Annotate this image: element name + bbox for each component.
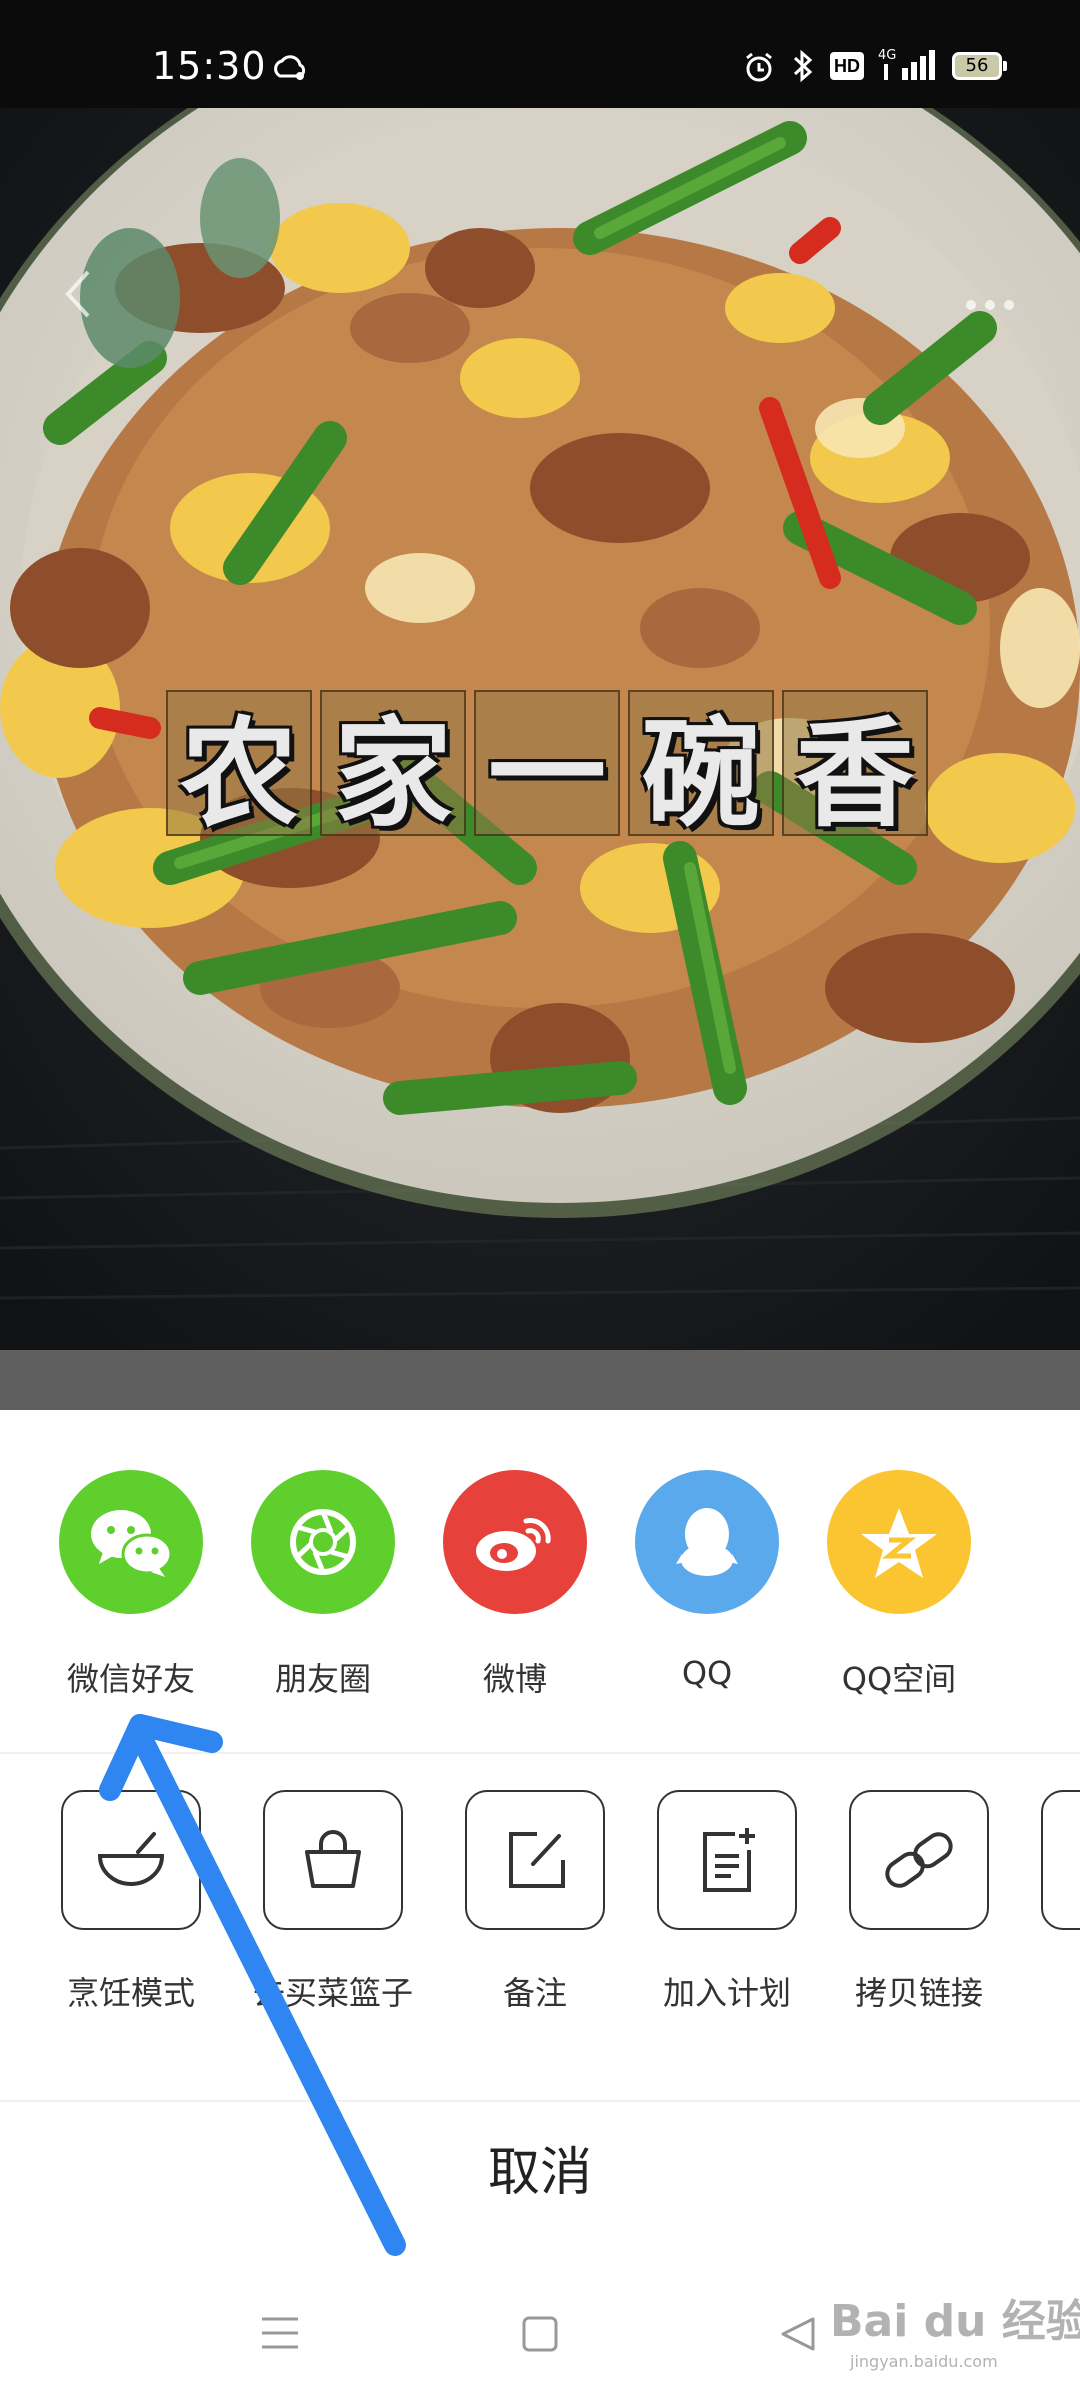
recipe-cover-image: 农 家 一 碗 香 xyxy=(0,108,1080,1350)
shopping-basket-label: 去买菜篮子 xyxy=(252,1974,413,2012)
basket-icon xyxy=(263,1790,403,1930)
tool-icon xyxy=(1041,1790,1080,1930)
hd-badge: HD xyxy=(830,52,864,80)
cloud-sync-icon xyxy=(272,52,308,87)
add-plan-icon xyxy=(657,1790,797,1930)
home-icon[interactable] xyxy=(522,2316,558,2357)
title-char: 香 xyxy=(782,690,928,843)
copy-link-label: 拷贝链接 xyxy=(854,1974,983,2012)
baidu-watermark: Bai du 经验 xyxy=(830,2296,1080,2347)
cancel-button[interactable]: 取消 xyxy=(0,2102,1080,2232)
bluetooth-icon xyxy=(790,48,816,89)
status-time: 15:30 xyxy=(152,44,267,88)
share-qzone-label: QQ空间 xyxy=(841,1660,957,1698)
shopping-basket-button[interactable]: 去买菜篮子 xyxy=(233,1790,433,2014)
menu-icon[interactable] xyxy=(262,2316,298,2355)
share-moments-label: 朋友圈 xyxy=(274,1660,371,1698)
title-char: 碗 xyxy=(628,690,774,843)
share-qzone-button[interactable]: QQ空间 xyxy=(803,1470,995,1700)
divider xyxy=(0,1752,1080,1754)
share-screen: 15:30 HD 4G 56 农 家 一 碗 香 微信好友 朋友圈 微博 QQ … xyxy=(0,0,1080,2400)
note-button[interactable]: 备注 xyxy=(435,1790,635,2014)
moments-icon xyxy=(251,1470,395,1614)
weibo-icon xyxy=(443,1470,587,1614)
link-icon xyxy=(849,1790,989,1930)
baidu-watermark-url: jingyan.baidu.com xyxy=(850,2352,998,2371)
share-wechat-label: 微信好友 xyxy=(66,1660,195,1698)
qq-icon xyxy=(635,1470,779,1614)
status-bar: 15:30 HD 4G 56 xyxy=(0,0,1080,108)
share-wechat-button[interactable]: 微信好友 xyxy=(35,1470,227,1700)
bowl-icon xyxy=(61,1790,201,1930)
qzone-icon xyxy=(827,1470,971,1614)
cooking-mode-label: 烹饪模式 xyxy=(66,1974,195,2012)
more-tool-button[interactable] xyxy=(1011,1790,1080,1930)
dim-overlay-strip xyxy=(0,1350,1080,1410)
edit-note-icon xyxy=(465,1790,605,1930)
alarm-icon xyxy=(742,50,776,89)
battery-icon: 56 xyxy=(952,52,1007,80)
share-qq-label: QQ xyxy=(681,1654,733,1692)
signal-icon: 4G xyxy=(878,46,940,87)
share-qq-button[interactable]: QQ xyxy=(611,1470,803,1692)
add-plan-label: 加入计划 xyxy=(662,1974,791,2012)
title-char: 农 xyxy=(166,690,312,843)
share-targets-row: 微信好友 朋友圈 微博 QQ QQ空间 xyxy=(0,1410,1080,1750)
back-icon[interactable] xyxy=(780,2316,816,2357)
share-weibo-label: 微博 xyxy=(482,1660,547,1698)
copy-link-button[interactable]: 拷贝链接 xyxy=(819,1790,1019,2014)
title-char: 家 xyxy=(320,690,466,843)
wechat-icon xyxy=(59,1470,203,1614)
cooking-mode-button[interactable]: 烹饪模式 xyxy=(31,1790,231,2014)
tools-row: 烹饪模式 去买菜篮子 备注 加入计划 拷贝链接 xyxy=(0,1790,1080,2030)
share-moments-button[interactable]: 朋友圈 xyxy=(227,1470,419,1700)
recipe-title: 农 家 一 碗 香 xyxy=(166,690,928,843)
note-label: 备注 xyxy=(502,1974,567,2012)
title-char: 一 xyxy=(474,690,620,843)
share-sheet: 微信好友 朋友圈 微博 QQ QQ空间 烹饪模式 去买菜篮子 备注 加入计划 拷… xyxy=(0,1410,1080,2400)
add-plan-button[interactable]: 加入计划 xyxy=(627,1790,827,2014)
svg-text:4G: 4G xyxy=(878,48,896,63)
share-weibo-button[interactable]: 微博 xyxy=(419,1470,611,1700)
